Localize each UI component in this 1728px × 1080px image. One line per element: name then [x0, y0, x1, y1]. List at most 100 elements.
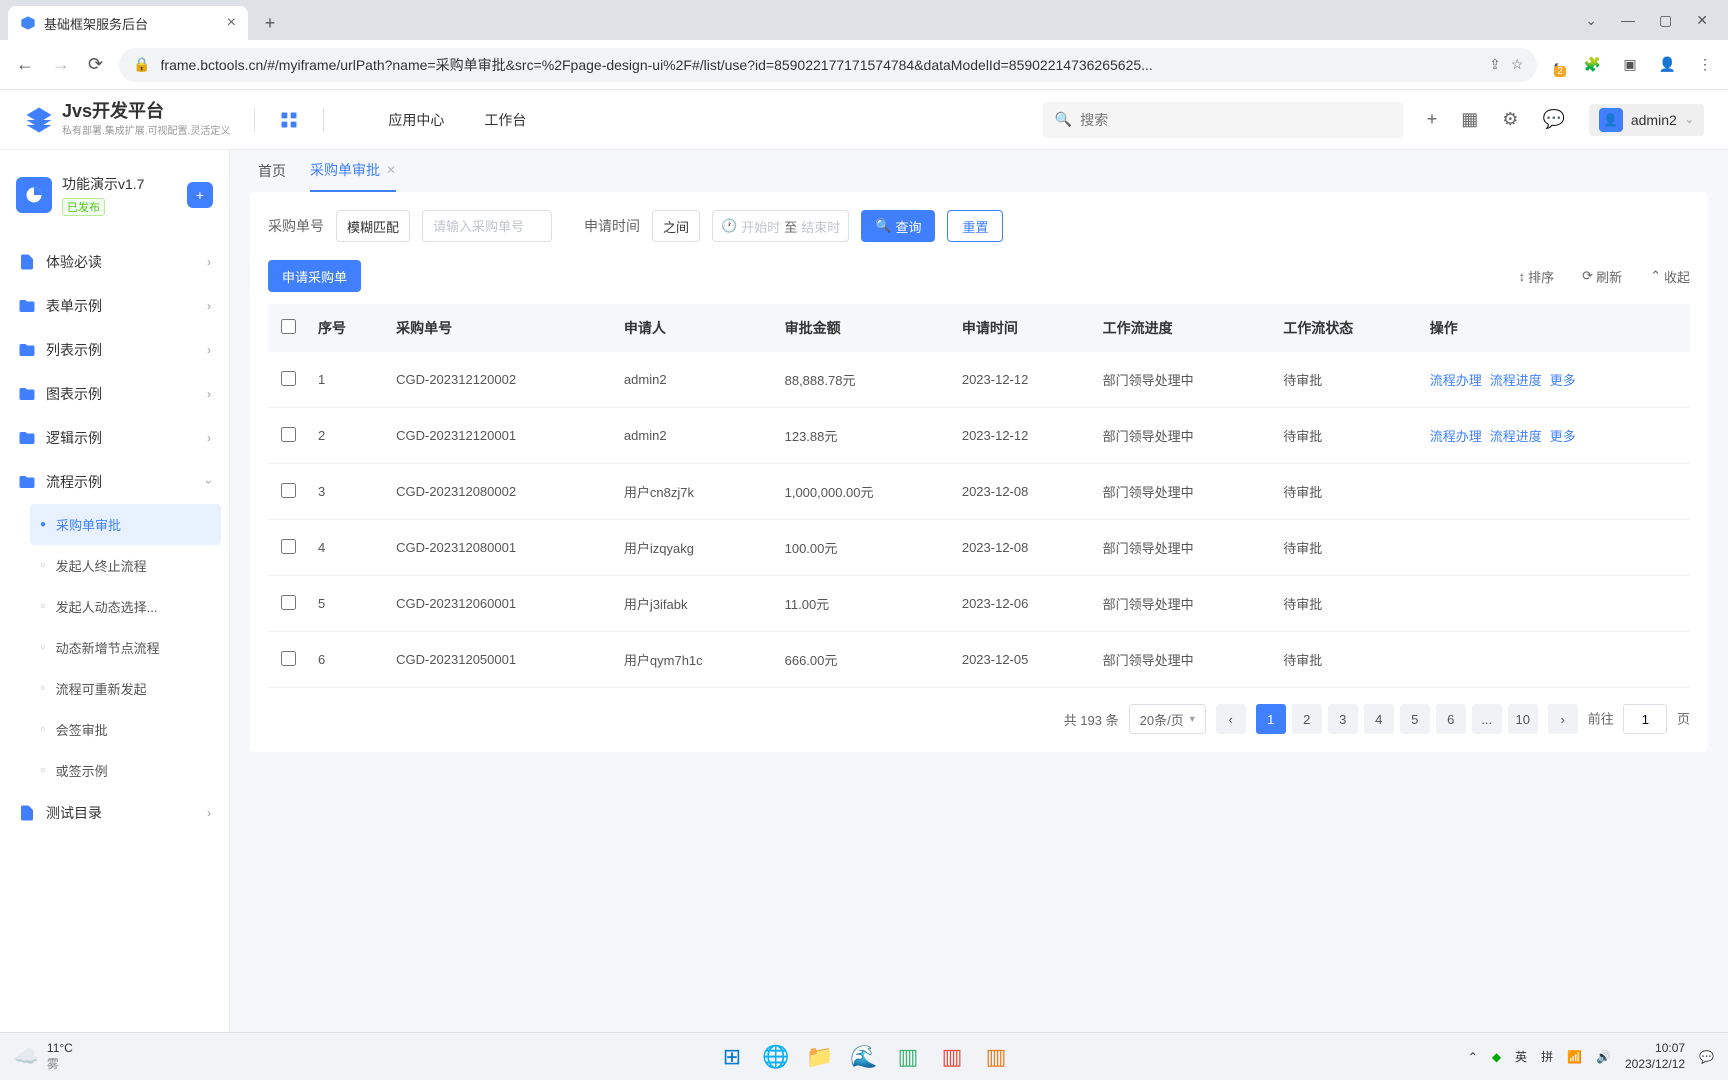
sidebar-subitem[interactable]: 会签审批 [30, 709, 221, 750]
between-select[interactable]: 之间 [652, 210, 700, 242]
sidebar-subitem[interactable]: 流程可重新发起 [30, 668, 221, 709]
ime-lang[interactable]: 英 [1515, 1048, 1527, 1065]
sidebar-subitem[interactable]: 采购单审批 [30, 504, 221, 545]
page-prev-button[interactable]: ‹ [1216, 704, 1246, 734]
nav-forward-icon[interactable]: → [52, 54, 70, 75]
order-no-input[interactable] [422, 210, 552, 242]
ime-input[interactable]: 拼 [1541, 1048, 1553, 1065]
row-checkbox[interactable] [281, 651, 296, 666]
start-button[interactable]: ⊞ [713, 1038, 751, 1076]
tab-close-button[interactable]: × [227, 14, 236, 32]
window-maximize-icon[interactable]: ▢ [1659, 12, 1672, 29]
add-icon[interactable]: + [1427, 109, 1438, 130]
collapse-button[interactable]: ⌃收起 [1650, 267, 1690, 286]
app-logo[interactable]: Jvs开发平台 私有部署.集成扩展.可视配置.灵活定义 [24, 102, 230, 137]
refresh-button[interactable]: ⟳刷新 [1582, 267, 1622, 286]
search-button[interactable]: 🔍查询 [861, 210, 935, 242]
notifications-icon[interactable]: 💬 [1699, 1050, 1714, 1064]
op-more-link[interactable]: 更多 [1550, 370, 1576, 389]
edge-icon[interactable]: 🌊 [845, 1038, 883, 1076]
app-icon[interactable]: ▥ [977, 1038, 1015, 1076]
apps-grid-icon[interactable] [279, 110, 299, 130]
op-process-link[interactable]: 流程办理 [1430, 426, 1482, 445]
apply-order-button[interactable]: 申请采购单 [268, 260, 361, 292]
app-icon[interactable]: ▥ [889, 1038, 927, 1076]
row-checkbox[interactable] [281, 427, 296, 442]
window-minimize-icon[interactable]: — [1621, 12, 1635, 29]
page-number-button[interactable]: 3 [1328, 704, 1358, 734]
chevron-down-icon: ▾ [1190, 714, 1195, 725]
extensions-icon[interactable]: 🧩 [1584, 56, 1601, 73]
profile-icon[interactable]: 👤 [1659, 56, 1676, 73]
browser-tab-active[interactable]: 基础框架服务后台 × [8, 6, 248, 40]
page-number-button[interactable]: ... [1472, 704, 1502, 734]
search-input[interactable] [1080, 112, 1391, 128]
page-jump-input[interactable] [1623, 704, 1667, 734]
nav-workspace[interactable]: 工作台 [484, 110, 526, 130]
op-progress-link[interactable]: 流程进度 [1490, 426, 1542, 445]
tab-close-icon[interactable]: ✕ [386, 163, 396, 177]
sidebar-item[interactable]: 图表示例› [8, 372, 221, 416]
sidebar-subitem[interactable]: 动态新增节点流程 [30, 627, 221, 668]
browser-menu-icon[interactable]: ⋮ [1698, 56, 1712, 73]
match-mode-select[interactable]: 模糊匹配 [336, 210, 410, 242]
window-close-icon[interactable]: ✕ [1696, 12, 1708, 29]
project-add-button[interactable]: + [187, 182, 213, 208]
content-tab[interactable]: 首页 [258, 151, 286, 191]
date-range-picker[interactable]: 🕐 开始时 至 结束时 [712, 210, 849, 242]
share-icon[interactable]: ⇪ [1489, 56, 1501, 73]
page-number-button[interactable]: 4 [1364, 704, 1394, 734]
page-number-button[interactable]: 5 [1400, 704, 1430, 734]
sidebar-subitem[interactable]: 发起人终止流程 [30, 545, 221, 586]
volume-icon[interactable]: 🔊 [1596, 1050, 1611, 1064]
sidebar-item[interactable]: 逻辑示例› [8, 416, 221, 460]
window-more-icon[interactable]: ⌄ [1585, 12, 1597, 29]
app-icon[interactable]: ▥ [933, 1038, 971, 1076]
sidebar-item[interactable]: 流程示例› [8, 460, 221, 504]
tray-app-icon[interactable]: ◆ [1492, 1050, 1501, 1064]
sort-button[interactable]: ↕排序 [1519, 267, 1555, 286]
header-search[interactable]: 🔍 [1043, 102, 1403, 138]
op-progress-link[interactable]: 流程进度 [1490, 370, 1542, 389]
sidebar-item[interactable]: 列表示例› [8, 328, 221, 372]
sidebar-subitem[interactable]: 或签示例 [30, 750, 221, 791]
chat-icon[interactable]: 💬 [1542, 109, 1564, 130]
sidebar-item[interactable]: 体验必读› [8, 240, 221, 284]
row-checkbox[interactable] [281, 483, 296, 498]
select-all-checkbox[interactable] [281, 319, 296, 334]
nav-back-icon[interactable]: ← [16, 54, 34, 75]
content-tabs: 首页采购单审批✕ [250, 150, 1708, 192]
settings-gear-icon[interactable]: ⚙ [1502, 109, 1518, 130]
clock[interactable]: 10:07 2023/12/12 [1625, 1041, 1685, 1072]
grid-apps-icon[interactable]: ▦ [1461, 109, 1478, 130]
new-tab-button[interactable]: + [256, 9, 284, 37]
chrome-app-icon[interactable]: 🌐 [757, 1038, 795, 1076]
user-menu[interactable]: 👤 admin2 ⌄ [1589, 104, 1704, 136]
sidebar-item[interactable]: 测试目录› [8, 791, 221, 835]
page-next-button[interactable]: › [1548, 704, 1578, 734]
page-number-button[interactable]: 10 [1508, 704, 1538, 734]
nav-reload-icon[interactable]: ⟳ [88, 54, 103, 75]
page-number-button[interactable]: 6 [1436, 704, 1466, 734]
row-checkbox[interactable] [281, 539, 296, 554]
url-bar[interactable]: 🔒 frame.bctools.cn/#/myiframe/urlPath?na… [119, 48, 1537, 82]
page-number-button[interactable]: 2 [1292, 704, 1322, 734]
extension-icon[interactable]: ◐2 [1553, 57, 1561, 73]
weather-widget[interactable]: ☁️ 11°C 雾 [14, 1041, 73, 1072]
sidepanel-icon[interactable]: ▣ [1623, 56, 1636, 73]
bookmark-icon[interactable]: ☆ [1511, 56, 1524, 73]
row-checkbox[interactable] [281, 371, 296, 386]
page-number-button[interactable]: 1 [1256, 704, 1286, 734]
reset-button[interactable]: 重置 [947, 210, 1003, 242]
op-more-link[interactable]: 更多 [1550, 426, 1576, 445]
tray-chevron-icon[interactable]: ⌃ [1468, 1050, 1478, 1064]
op-process-link[interactable]: 流程办理 [1430, 370, 1482, 389]
content-tab[interactable]: 采购单审批✕ [310, 150, 396, 192]
page-size-select[interactable]: 20条/页▾ [1129, 704, 1206, 734]
wifi-icon[interactable]: 📶 [1567, 1050, 1582, 1064]
sidebar-subitem[interactable]: 发起人动态选择... [30, 586, 221, 627]
explorer-icon[interactable]: 📁 [801, 1038, 839, 1076]
sidebar-item[interactable]: 表单示例› [8, 284, 221, 328]
row-checkbox[interactable] [281, 595, 296, 610]
nav-app-center[interactable]: 应用中心 [388, 110, 444, 130]
